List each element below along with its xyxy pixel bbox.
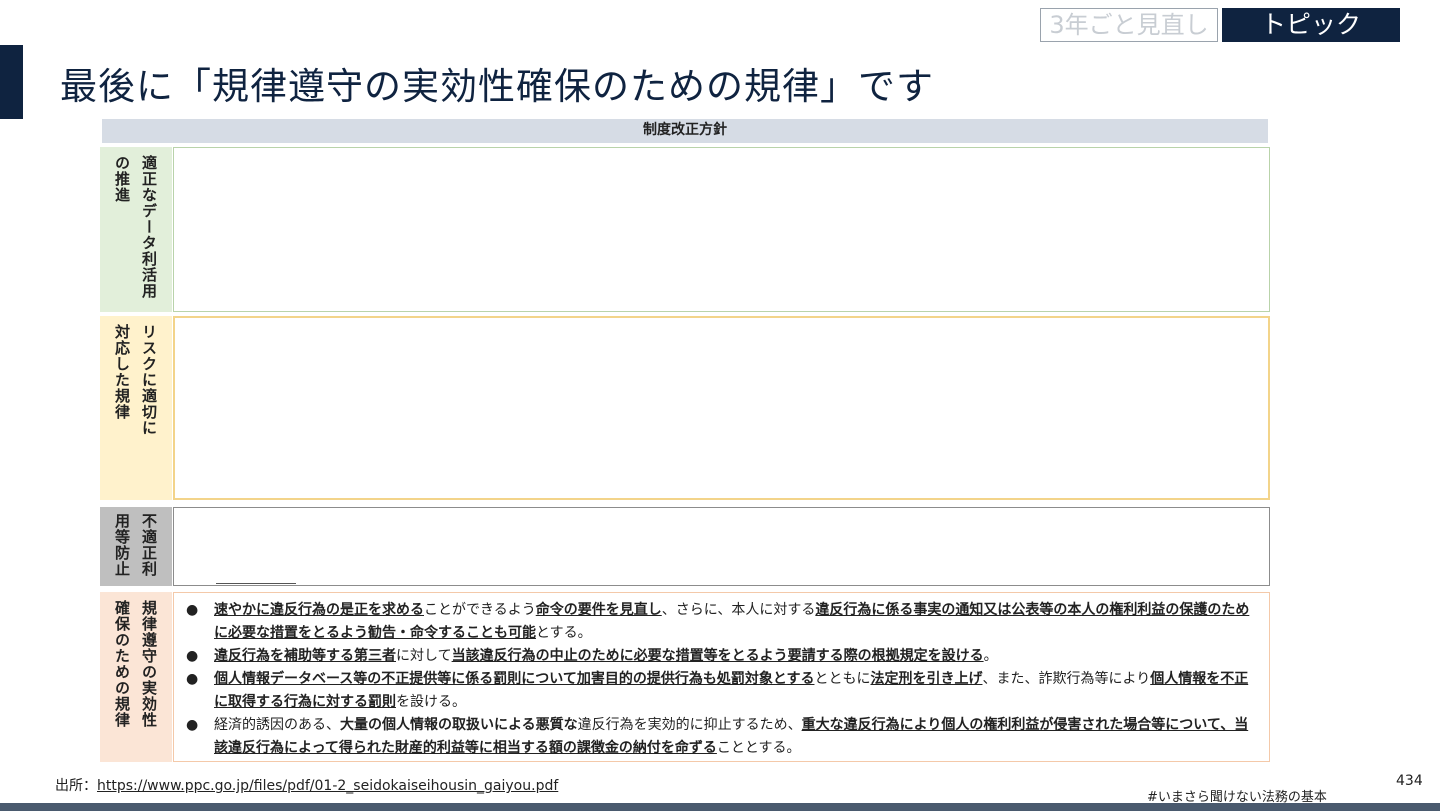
row-label-enforcement: 規律遵守の実効性 確保のための規律 — [100, 592, 172, 762]
divider — [216, 583, 296, 584]
row-label-text: 不適正利 — [140, 513, 158, 577]
bullet-dot-icon: ● — [186, 602, 199, 618]
topic-tag: トピック — [1222, 8, 1400, 42]
bullet-text: とする。 — [536, 625, 592, 641]
bullet-text: 。 — [983, 648, 998, 664]
bullet-text: とともに — [814, 671, 871, 687]
source-citation: 出所：https://www.ppc.go.jp/files/pdf/01-2_… — [55, 775, 558, 795]
bullet-item: ● 個人情報データベース等の不正提供等に係る罰則について加害目的の提供行為も処罰対… — [182, 668, 1259, 714]
row-label-risk: リスクに適切に 対応した規律 — [100, 316, 172, 500]
row-label-misuse: 不適正利 用等防止 — [100, 507, 172, 586]
row-body-data-utilization — [173, 147, 1270, 312]
bullet-text: ことができるよう — [424, 602, 536, 618]
bullet-text: に対して — [396, 648, 452, 664]
bullet-text: を設ける。 — [396, 694, 466, 710]
row-label-text: 適正なデータ利活用 — [140, 155, 158, 299]
row-body-misuse — [173, 507, 1270, 586]
bullet-text: 違反行為を実効的に抑止するため、 — [577, 717, 802, 733]
row-label-text: の推進 — [113, 155, 131, 203]
bullet-text: 命令の要件を見直し — [535, 602, 662, 618]
bullet-text: 、さらに、本人に対する — [661, 602, 816, 618]
source-link[interactable]: https://www.ppc.go.jp/files/pdf/01-2_sei… — [97, 778, 558, 794]
bullet-item: ● 速やかに違反行為の是正を求めることができるよう命令の要件を見直し、さらに、本人… — [182, 599, 1259, 645]
row-label-text: 用等防止 — [113, 513, 131, 577]
row-label-text: 規律遵守の実効性 — [140, 600, 158, 728]
row-label-text: リスクに適切に — [140, 324, 158, 436]
bullet-text: 法定刑を引き上げ — [870, 671, 983, 687]
row-label-data-utilization: 適正なデータ利活用 の推進 — [100, 147, 172, 312]
row-body-enforcement: ● 速やかに違反行為の是正を求めることができるよう命令の要件を見直し、さらに、本人… — [173, 592, 1270, 762]
table-header: 制度改正方針 — [102, 119, 1268, 143]
bullet-text: 速やかに違反行為の是正を求める — [214, 602, 424, 618]
source-prefix: 出所： — [55, 778, 97, 794]
bottom-bar — [0, 803, 1440, 811]
review-tag: 3年ごと見直し — [1040, 8, 1218, 42]
title-accent-bar — [0, 45, 23, 119]
page-title: 最後に「規律遵守の実効性確保のための規律」です — [60, 65, 934, 108]
bullet-dot-icon: ● — [186, 671, 199, 687]
bullet-text: 、また、詐欺行為等により — [982, 671, 1151, 687]
bullet-text: 大量の個人情報の取扱いによる悪質な — [340, 717, 578, 733]
bullet-text: 当該違反行為の中止のために必要な措置等をとるよう要請する際の根拠規定を設ける — [451, 648, 984, 664]
bullet-text: 個人情報データベース等の不正提供等に係る罰則について加害目的の提供行為も処罰対象… — [214, 671, 815, 687]
bullet-text: 経済的誘因のある、 — [214, 717, 340, 733]
bullet-list: ● 速やかに違反行為の是正を求めることができるよう命令の要件を見直し、さらに、本人… — [182, 599, 1259, 760]
row-label-text: 確保のための規律 — [113, 600, 131, 728]
bullet-item: ● 違反行為を補助等する第三者に対して当該違反行為の中止のために必要な措置等をとる… — [182, 645, 1259, 668]
policy-table: 制度改正方針 適正なデータ利活用 の推進 リスクに適切に 対応した規律 不適正利… — [100, 117, 1270, 762]
bullet-dot-icon: ● — [186, 648, 199, 664]
row-label-text: 対応した規律 — [113, 324, 131, 420]
bullet-text: こととする。 — [716, 740, 801, 756]
bullet-dot-icon: ● — [186, 717, 199, 733]
bullet-text: 違反行為を補助等する第三者 — [214, 648, 396, 664]
row-body-risk — [173, 316, 1270, 500]
bullet-item: ● 経済的誘因のある、大量の個人情報の取扱いによる悪質な違反行為を実効的に抑止する… — [182, 714, 1259, 760]
page-number: 434 — [1396, 773, 1423, 789]
